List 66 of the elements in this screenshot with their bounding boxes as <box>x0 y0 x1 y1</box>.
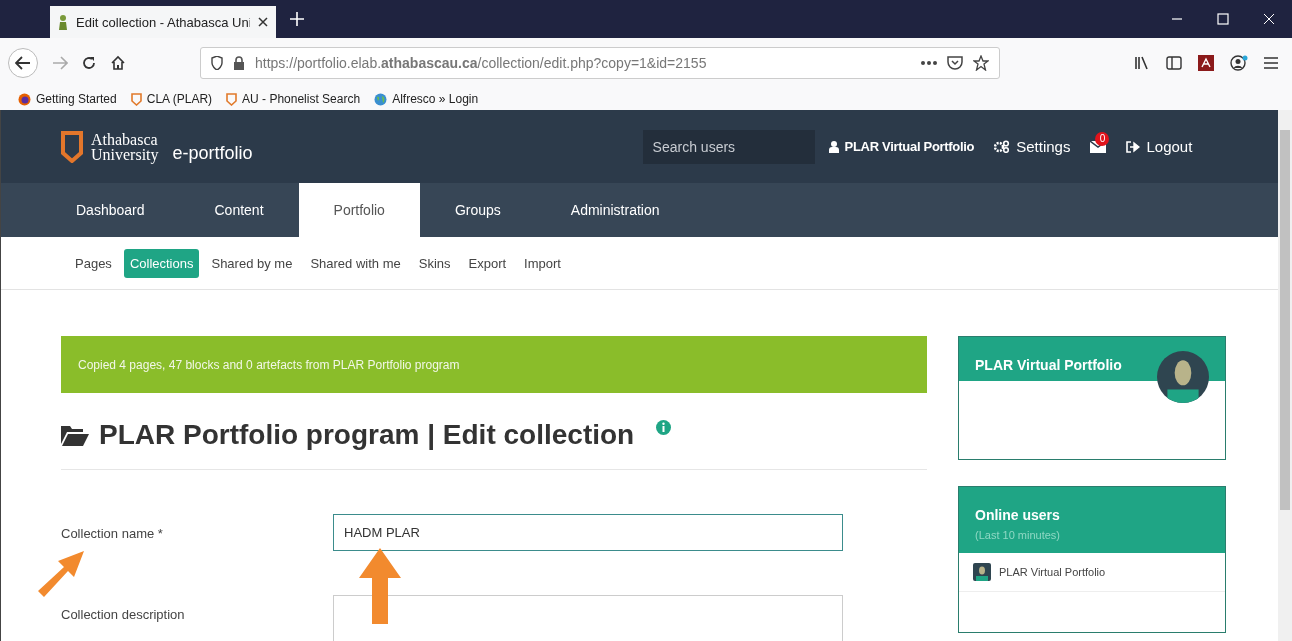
nav-tab[interactable]: Dashboard <box>41 183 180 237</box>
shield-icon <box>211 56 223 70</box>
bookmark[interactable]: Getting Started <box>18 92 117 106</box>
url-text: https://portfolio.elab.athabascau.ca/collection/edit.php?copy=1&id=2155 <box>255 55 708 71</box>
info-icon[interactable] <box>656 419 672 435</box>
user-avatar-icon <box>973 563 991 581</box>
star-icon[interactable] <box>973 55 989 71</box>
product-name: e-portfolio <box>172 143 253 164</box>
back-button[interactable] <box>8 48 38 78</box>
browser-tab[interactable]: Edit collection - Athabasca Uni <box>50 6 276 38</box>
lock-icon <box>233 56 245 70</box>
field-label: Collection name * <box>61 525 164 541</box>
card-title: PLAR Virtual Portfolio <box>975 357 1123 373</box>
bookmark[interactable]: CLA (PLAR) <box>130 92 213 106</box>
sidebar-icon[interactable] <box>1166 56 1182 70</box>
logo-text: Athabasca <box>91 131 159 147</box>
input-field[interactable]: HADM PLAR <box>333 514 843 551</box>
back-arrow-icon <box>15 56 31 70</box>
card-title: Online users <box>975 507 1061 523</box>
subnav-tab[interactable]: Shared with me <box>304 248 407 278</box>
firefox-icon <box>18 92 31 106</box>
bookmark[interactable]: Alfresco » Login <box>374 92 479 106</box>
logout-link[interactable]: Logout <box>1126 138 1193 155</box>
pdf-icon[interactable] <box>1198 55 1214 71</box>
logout-icon <box>1126 140 1141 153</box>
user-icon <box>828 140 839 153</box>
subnav-tab[interactable]: Export <box>462 248 513 278</box>
menu-icon[interactable] <box>1264 57 1278 69</box>
online-user-link[interactable]: PLAR Virtual Portfolio <box>999 566 1106 578</box>
shield-logo-icon <box>61 130 83 163</box>
new-tab-icon[interactable] <box>290 12 304 26</box>
nav-tab[interactable]: Portfolio <box>298 183 420 237</box>
card-subtitle: (Last 10 minutes) <box>975 529 1061 541</box>
subnav-tab[interactable]: Pages <box>69 248 118 278</box>
account-icon[interactable] <box>1230 55 1248 71</box>
nav-tab[interactable]: Administration <box>535 183 695 237</box>
page-heading: PLAR Portfolio program | Edit collection <box>99 419 635 451</box>
gears-icon <box>994 140 1011 153</box>
settings-link[interactable]: Settings <box>994 138 1071 155</box>
close-icon[interactable] <box>258 17 268 27</box>
nav-tab[interactable]: Groups <box>419 183 536 237</box>
library-icon[interactable] <box>1134 56 1150 70</box>
maximize-icon[interactable] <box>1217 13 1229 25</box>
success-message: Copied 4 pages, 47 blocks and 0 artefacts from PLAR Portfolio program <box>61 336 927 393</box>
globe-icon <box>374 92 388 106</box>
folder-icon <box>61 424 89 446</box>
address-bar[interactable]: https://portfolio.elab.athabascau.ca/collection/edit.php?copy=1&id=2155 <box>200 47 1000 79</box>
bookmark[interactable]: AU - Phonelist Search <box>226 92 361 106</box>
logo-text: University <box>91 146 159 162</box>
tab-favicon-icon <box>58 14 68 30</box>
field-label: Collection description <box>61 606 186 622</box>
subnav-tab[interactable]: Shared by me <box>205 248 299 278</box>
scrollbar[interactable] <box>1278 110 1292 641</box>
more-icon[interactable] <box>921 61 937 65</box>
shield-icon <box>130 92 142 106</box>
notification-badge: 0 <box>1095 131 1110 146</box>
reload-icon[interactable] <box>82 56 96 70</box>
pocket-icon[interactable] <box>947 56 963 70</box>
home-icon[interactable] <box>110 55 126 71</box>
nav-tab[interactable]: Content <box>179 183 299 237</box>
scrollbar-thumb[interactable] <box>1280 130 1290 510</box>
subnav-tab[interactable]: Skins <box>412 248 457 278</box>
user-link[interactable]: PLAR Virtual Portfolio <box>828 139 975 154</box>
subnav-tab[interactable]: Import <box>518 248 567 278</box>
shield-icon <box>226 92 238 106</box>
search-field[interactable]: Search users <box>642 129 815 164</box>
